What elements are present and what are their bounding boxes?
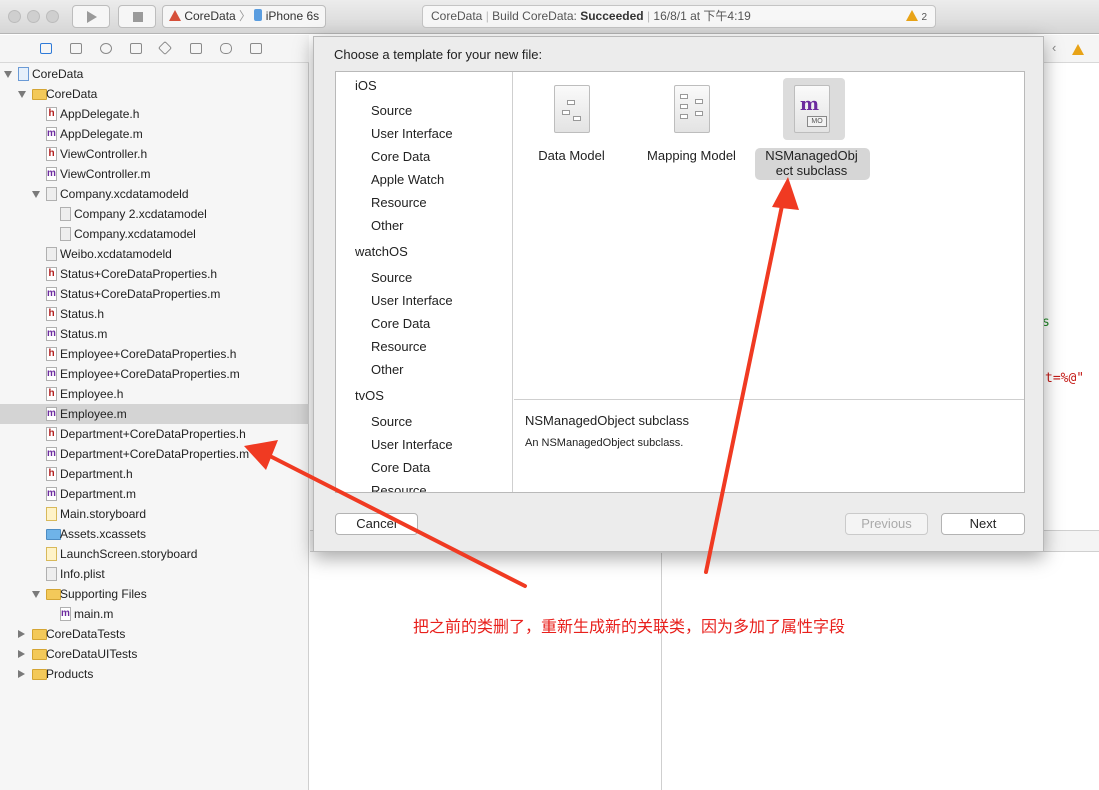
annotation-arrows — [244, 177, 799, 588]
annotation-arrow-line — [704, 194, 786, 574]
annotation-arrow-line — [260, 450, 527, 588]
annotation-text: 把之前的类删了，重新生成新的关联类，因为多加了属性字段 — [413, 619, 846, 636]
annotation-arrowhead — [772, 177, 799, 210]
annotation-arrowhead — [244, 440, 278, 470]
